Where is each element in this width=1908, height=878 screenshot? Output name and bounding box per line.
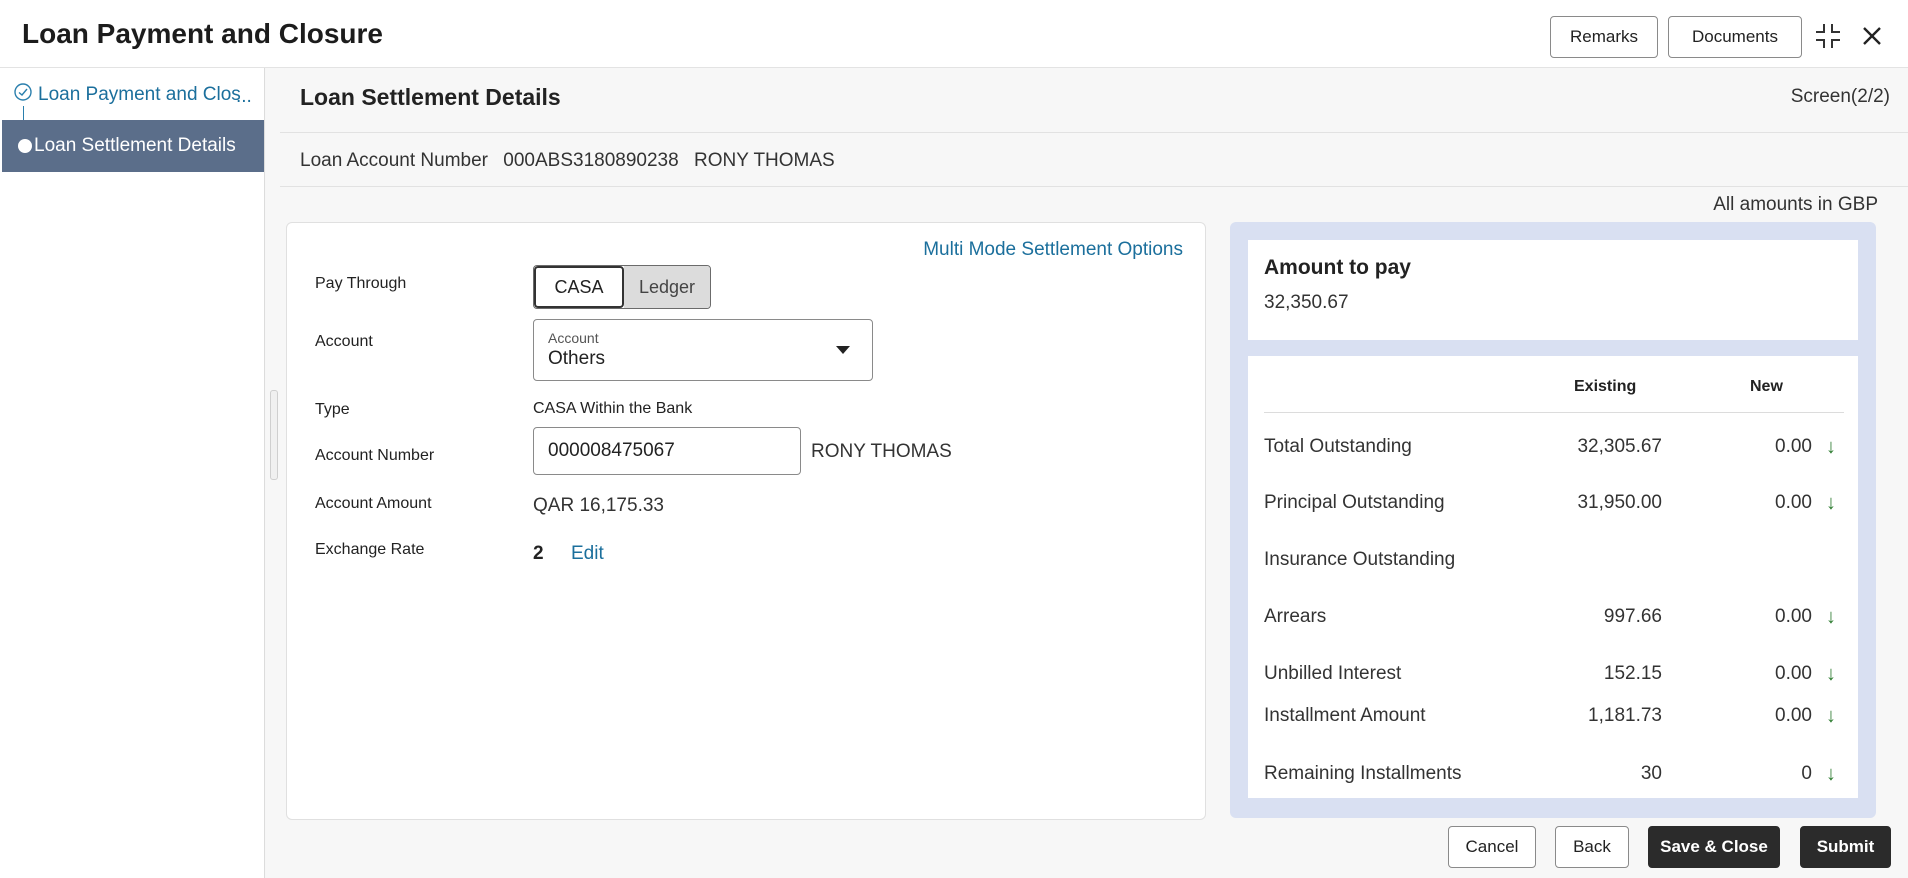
column-header-existing: Existing — [1574, 378, 1637, 395]
collapse-icon[interactable] — [1812, 20, 1844, 52]
row-new: 0.00 — [1775, 436, 1812, 457]
arrow-down-icon: ↓ — [1826, 663, 1836, 685]
loan-account-holder: RONY THOMAS — [693, 150, 835, 171]
row-new: 0.00 — [1775, 606, 1812, 627]
caret-down-icon — [836, 346, 850, 354]
row-new: 0.00 — [1775, 663, 1812, 684]
submit-button[interactable]: Submit — [1800, 826, 1891, 868]
row-existing: 31,950.00 — [1577, 492, 1662, 513]
row-label: Unbilled Interest — [1264, 663, 1402, 684]
arrow-down-icon: ↓ — [1826, 492, 1836, 514]
row-existing: 997.66 — [1603, 606, 1662, 627]
account-amount-label: Account Amount — [315, 495, 432, 512]
table-row: Arrears 997.66 0.00 ↓ — [1248, 606, 1858, 636]
sidebar-item-loan-payment-and-closure[interactable]: Loan Payment and Clos ... — [14, 78, 264, 112]
panel-resize-handle[interactable] — [270, 390, 278, 480]
account-select-label: Account — [548, 330, 599, 346]
row-label: Remaining Installments — [1264, 763, 1462, 784]
sidebar-item-label: Loan Settlement Details — [34, 135, 236, 156]
amount-to-pay-card: Amount to pay 32,350.67 — [1248, 240, 1858, 340]
pay-through-toggle: CASA Ledger — [533, 265, 711, 309]
multi-mode-settlement-link[interactable]: Multi Mode Settlement Options — [923, 239, 1183, 261]
overflow-ellipsis: ... — [236, 86, 252, 107]
pay-through-label: Pay Through — [315, 275, 407, 292]
main-content: Loan Settlement Details Screen(2/2) Loan… — [266, 68, 1908, 878]
check-circle-icon — [14, 83, 32, 107]
exchange-rate-label: Exchange Rate — [315, 541, 425, 558]
sidebar-item-loan-settlement-details[interactable]: Loan Settlement Details — [2, 120, 264, 172]
table-row: Installment Amount 1,181.73 0.00 ↓ — [1248, 705, 1858, 735]
currency-note: All amounts in GBP — [1713, 194, 1878, 215]
screen-indicator: Screen(2/2) — [1790, 86, 1890, 107]
arrow-down-icon: ↓ — [1826, 763, 1836, 785]
row-label: Principal Outstanding — [1264, 492, 1445, 513]
step-navigation: Loan Payment and Clos ... Loan Settlemen… — [0, 68, 265, 878]
table-row: Remaining Installments 30 0 ↓ — [1248, 763, 1858, 793]
amount-to-pay-value: 32,350.67 — [1264, 292, 1349, 313]
type-value: CASA Within the Bank — [533, 400, 693, 417]
pay-through-ledger-option[interactable]: Ledger — [624, 266, 710, 308]
account-holder-name: RONY THOMAS — [811, 441, 952, 462]
row-existing: 1,181.73 — [1588, 705, 1662, 726]
settlement-form-panel: Multi Mode Settlement Options Pay Throug… — [286, 222, 1206, 820]
pay-through-casa-option[interactable]: CASA — [534, 266, 624, 308]
row-label: Arrears — [1264, 606, 1327, 627]
remarks-button[interactable]: Remarks — [1550, 16, 1658, 58]
section-title: Loan Settlement Details — [300, 84, 561, 110]
table-row: Total Outstanding 32,305.67 0.00 ↓ — [1248, 436, 1858, 466]
arrow-down-icon: ↓ — [1826, 436, 1836, 458]
save-and-close-button[interactable]: Save & Close — [1648, 826, 1780, 868]
row-label: Installment Amount — [1264, 705, 1426, 726]
table-row: Unbilled Interest 152.15 0.00 ↓ — [1248, 663, 1858, 693]
row-existing: 152.15 — [1603, 663, 1662, 684]
type-label: Type — [315, 401, 350, 418]
divider — [280, 132, 1908, 133]
account-amount-value: QAR 16,175.33 — [533, 495, 664, 516]
arrow-down-icon: ↓ — [1826, 606, 1836, 628]
account-number-input[interactable] — [533, 427, 801, 475]
arrow-down-icon: ↓ — [1826, 705, 1836, 727]
page-title: Loan Payment and Closure — [22, 18, 383, 49]
sidebar-item-label: Loan Payment and Clos — [38, 84, 241, 105]
current-step-dot-icon — [18, 139, 32, 153]
back-button[interactable]: Back — [1555, 826, 1629, 868]
loan-account-label: Loan Account Number — [300, 150, 489, 171]
account-select-value: Others — [548, 348, 606, 369]
outstanding-table: Existing New Total Outstanding 32,305.67… — [1248, 356, 1858, 798]
divider — [280, 186, 1908, 187]
account-number-label: Account Number — [315, 447, 435, 464]
amount-to-pay-label: Amount to pay — [1264, 256, 1411, 279]
table-row: Insurance Outstanding — [1248, 549, 1858, 579]
loan-account-info: Loan Account Number 000ABS3180890238 RON… — [300, 150, 845, 172]
close-icon[interactable] — [1856, 20, 1888, 52]
exchange-rate-edit-link[interactable]: Edit — [571, 543, 604, 565]
documents-button[interactable]: Documents — [1668, 16, 1802, 58]
table-row: Principal Outstanding 31,950.00 0.00 ↓ — [1248, 492, 1858, 522]
table-header-divider — [1264, 412, 1844, 413]
top-bar: Loan Payment and Closure Remarks Documen… — [0, 0, 1908, 68]
account-select[interactable]: Account Others — [533, 319, 873, 381]
row-existing: 32,305.67 — [1577, 436, 1662, 457]
row-label: Total Outstanding — [1264, 436, 1412, 457]
row-new: 0 — [1801, 763, 1812, 784]
row-new: 0.00 — [1775, 492, 1812, 513]
account-label: Account — [315, 333, 373, 350]
column-header-new: New — [1750, 378, 1783, 395]
row-label: Insurance Outstanding — [1264, 549, 1456, 570]
row-existing: 30 — [1640, 763, 1662, 784]
settlement-summary-panel: Amount to pay 32,350.67 Existing New Tot… — [1230, 222, 1876, 818]
cancel-button[interactable]: Cancel — [1448, 826, 1536, 868]
row-new: 0.00 — [1775, 705, 1812, 726]
loan-account-number: 000ABS3180890238 — [503, 150, 679, 171]
exchange-rate-value: 2 — [533, 543, 544, 564]
